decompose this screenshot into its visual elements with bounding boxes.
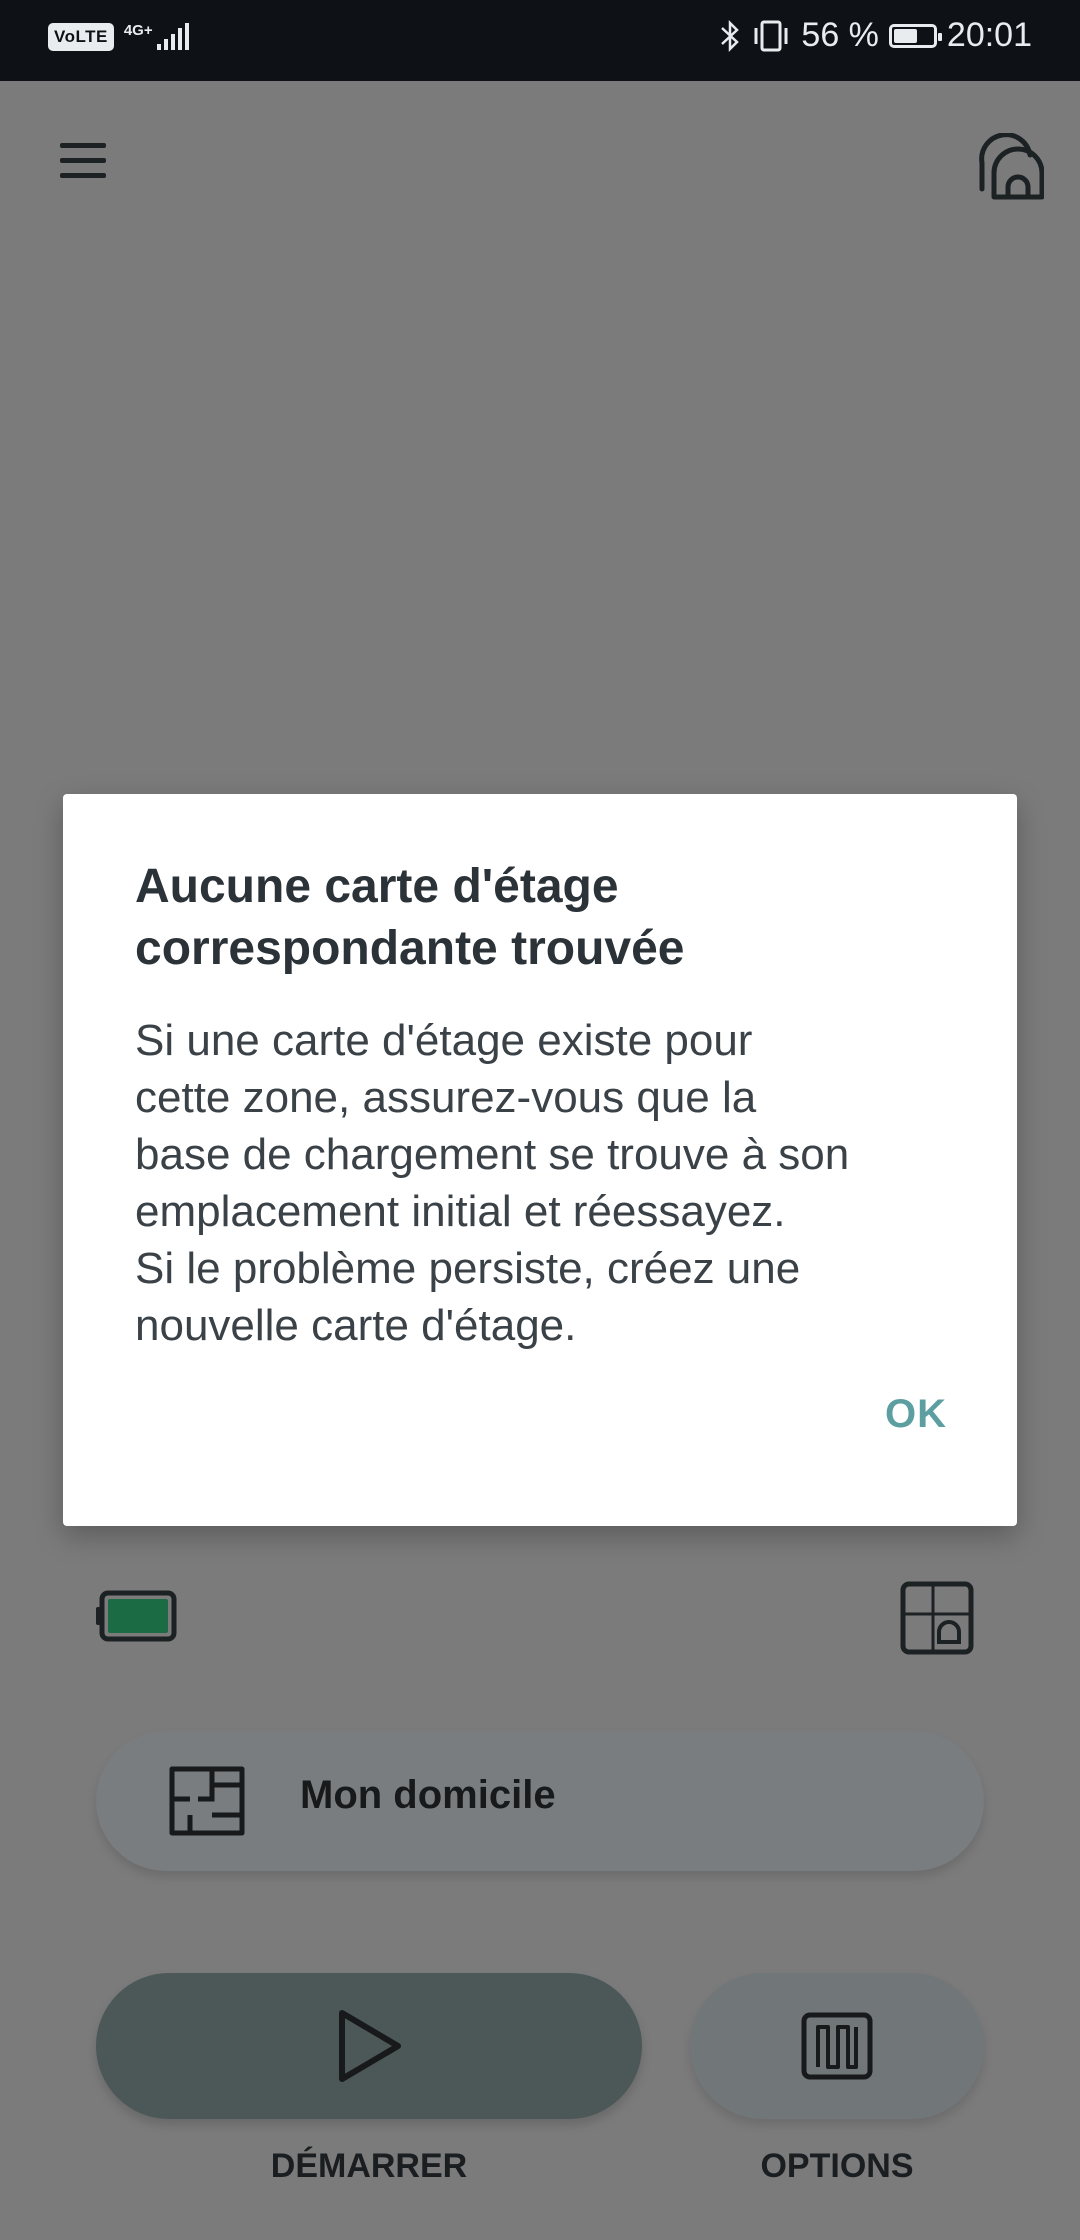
options-button[interactable] [690, 1973, 984, 2119]
play-icon [339, 2010, 401, 2082]
robot-battery-icon [96, 1590, 177, 1642]
status-bar: VoLTE 4G+ 56 % 20:01 [0, 0, 1080, 81]
map-dock-icon[interactable] [899, 1580, 975, 1656]
clock: 20:01 [946, 16, 1032, 54]
menu-icon[interactable] [58, 139, 108, 183]
floor-plan-icon [169, 1766, 245, 1836]
status-left: VoLTE 4G+ [48, 22, 191, 52]
battery-icon [888, 23, 942, 48]
dialog-message: Si une carte d'étage existe pour cette z… [135, 1016, 850, 1350]
alert-dialog: Aucune carte d'étage correspondante trou… [63, 794, 1017, 1526]
home-label: Mon domicile [300, 1773, 556, 1817]
robot-home-icon[interactable] [974, 133, 1044, 203]
start-label: DÉMARRER [270, 2147, 468, 2185]
battery-percent: 56 % [801, 16, 879, 54]
network-indicator: 4G+ [124, 22, 191, 52]
vibrate-icon [754, 20, 788, 51]
bluetooth-icon [721, 19, 740, 52]
signal-icon [156, 23, 189, 50]
cleaning-pattern-icon [801, 2012, 873, 2080]
options-label: OPTIONS [760, 2147, 914, 2185]
volte-badge: VoLTE [48, 23, 114, 51]
start-button[interactable] [96, 1973, 642, 2119]
home-map-selector[interactable]: Mon domicile [96, 1731, 984, 1871]
battery-level-fill [893, 28, 918, 43]
dialog-title: Aucune carte d'étage correspondante trou… [135, 860, 685, 975]
ok-button[interactable]: OK [885, 1392, 947, 1437]
network-type: 4G+ [123, 22, 153, 39]
status-right: 56 % 20:01 [719, 16, 1032, 55]
